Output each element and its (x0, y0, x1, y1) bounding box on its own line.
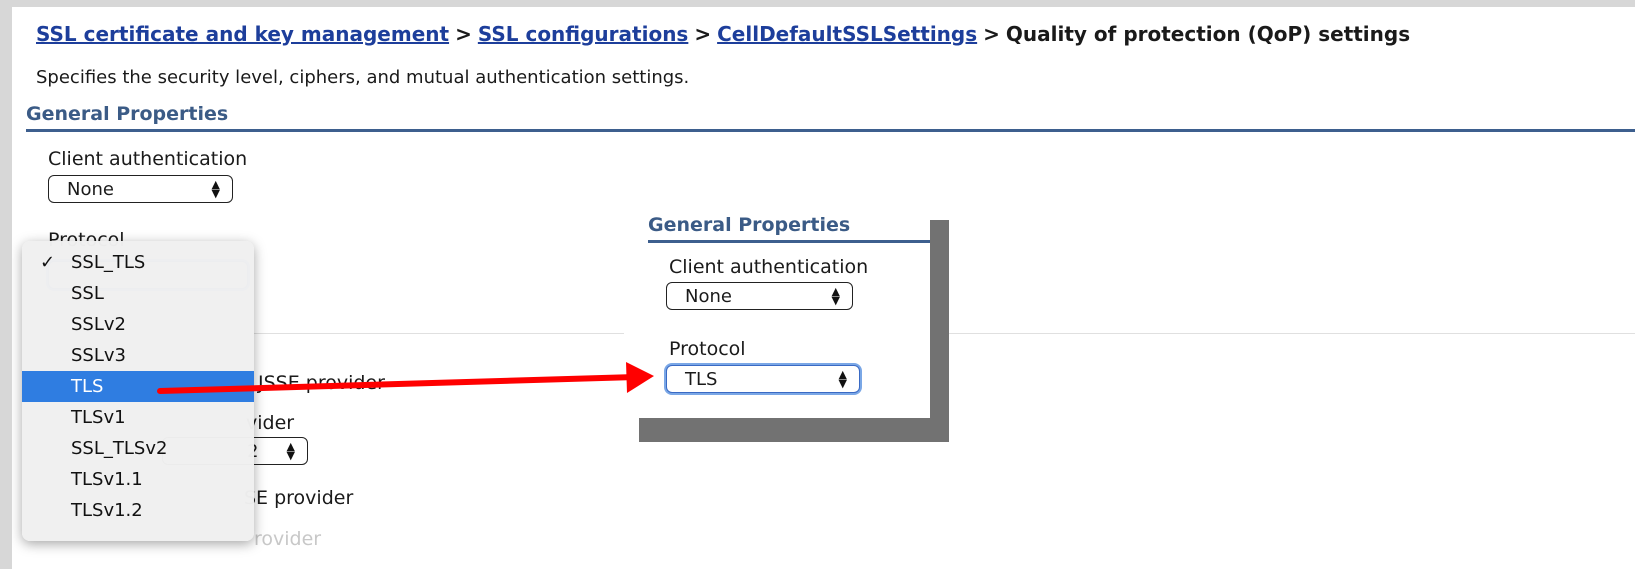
red-arrow-icon (157, 362, 654, 394)
page: SSL certificate and key management > SSL c… (12, 7, 1635, 569)
